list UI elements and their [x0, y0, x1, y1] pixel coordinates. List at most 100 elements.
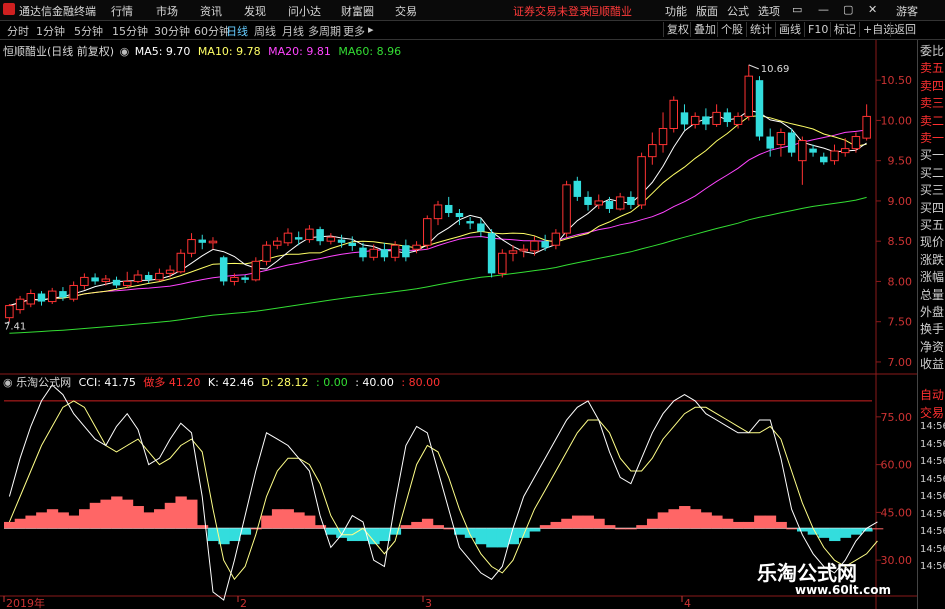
candle-down: [723, 112, 732, 123]
user-status[interactable]: 游客: [896, 3, 918, 19]
y-tick-label: 9.00: [888, 195, 913, 208]
adjust-button[interactable]: 复权: [663, 22, 692, 37]
tab-period-7[interactable]: 周线: [254, 23, 276, 39]
y-tick-label: 10.50: [881, 74, 913, 87]
tab-period-8[interactable]: 月线: [282, 23, 304, 39]
close-icon[interactable]: ✕: [868, 3, 877, 16]
chevron-right-icon[interactable]: ▸: [368, 23, 374, 36]
app-title: 通达信金融终端: [19, 5, 96, 18]
candle-down: [755, 80, 764, 137]
x-tick-label: 2019年: [6, 596, 45, 609]
area-bar-up: [657, 512, 669, 529]
candle-up: [862, 115, 871, 139]
candle-up: [658, 127, 668, 146]
maximize-icon[interactable]: ▢: [843, 3, 853, 16]
tick-time-label: 14:56: [920, 508, 945, 520]
area-bar-up: [250, 528, 262, 530]
trade-login-status[interactable]: 证券交易未登录: [513, 3, 590, 19]
area-bar-up: [743, 521, 755, 529]
k-label: K: 42.46: [207, 376, 254, 389]
area-bar-up: [689, 509, 702, 529]
area-bar-up: [196, 525, 209, 529]
candle-up: [562, 184, 571, 234]
tab-period-1[interactable]: 1分钟: [36, 23, 65, 39]
area-bar-up: [786, 528, 798, 530]
candle-down: [466, 221, 474, 224]
tab-period-3[interactable]: 15分钟: [112, 23, 148, 39]
area-bar-down: [464, 528, 477, 538]
sub-title: 乐淘公式网: [16, 376, 72, 389]
statistics-button[interactable]: 统计: [746, 22, 775, 37]
area-bar-up: [132, 506, 144, 529]
draw-button[interactable]: 画线: [775, 22, 804, 37]
ma10-label: MA10: 9.78: [197, 45, 261, 58]
menu-item-bourse[interactable]: 市场: [156, 3, 178, 19]
overlay-button[interactable]: 叠加: [690, 22, 719, 37]
forty-label: : 40.00: [355, 376, 394, 389]
tab-period-2[interactable]: 5分钟: [74, 23, 103, 39]
area-bar-up: [89, 502, 102, 529]
candle-up: [508, 250, 518, 254]
menu-item-news[interactable]: 资讯: [200, 3, 222, 19]
minimize-icon[interactable]: —: [818, 3, 829, 16]
menu-item-wealth[interactable]: 财富圈: [341, 3, 374, 19]
candle-up: [530, 240, 539, 252]
area-bar-up: [754, 515, 766, 529]
tab-period-0[interactable]: 分时: [7, 23, 29, 39]
restore-icon[interactable]: ▭: [792, 3, 802, 16]
area-bar-down: [325, 528, 337, 535]
area-bar-down: [796, 528, 809, 532]
settings-icon[interactable]: ◉: [120, 45, 130, 58]
signal-label: 做多: [143, 376, 166, 389]
menu-item-market[interactable]: 行情: [111, 3, 133, 19]
candle-down: [766, 136, 774, 149]
sub-legend: ◉ 乐淘公式网 CCI: 41.75 做多 41.20 K: 42.46 D: …: [3, 374, 440, 390]
area-bar-up: [539, 525, 552, 529]
y-tick-label: 8.00: [888, 275, 913, 288]
f10-button[interactable]: F10: [804, 22, 831, 37]
sub-y-tick-label: 60.00: [881, 459, 913, 472]
area-bar-up: [614, 528, 627, 530]
quote-label: 外盘: [920, 305, 945, 319]
menu-item-formula[interactable]: 公式: [727, 3, 749, 19]
area-bar-up: [400, 525, 412, 529]
tab-period-5[interactable]: 60分钟: [194, 23, 230, 39]
quote-label: 收益: [920, 357, 945, 372]
candle-down: [348, 242, 357, 247]
candle-down: [584, 196, 592, 205]
tab-period-10[interactable]: 更多: [343, 23, 365, 39]
menu-item-assistant[interactable]: 问小达: [288, 3, 321, 19]
y-tick-label: 7.50: [888, 316, 913, 329]
candle-up: [230, 276, 239, 282]
tick-time-label: 14:56: [920, 491, 945, 502]
area-bar-up: [679, 506, 691, 529]
candle-down: [112, 279, 121, 286]
quote-panel: 委比 卖五 卖四 卖三 卖二 卖一 买一 买二 买三 买四 买五 现价 涨跌 涨幅 总量 外盘 换手 净资 收益 自动…: [917, 40, 945, 609]
candle-up: [390, 244, 400, 258]
menu-item-layout[interactable]: 版面: [696, 3, 718, 19]
candle-down: [241, 277, 249, 280]
price-chart[interactable]: 10.69 7.41 10.50 10.00 9.50 9.00 8.50 8.00 7.50…: [0, 40, 917, 609]
area-bar-up: [571, 515, 584, 529]
area-bar-up: [732, 521, 745, 529]
area-bar-down: [818, 528, 830, 538]
candle-down: [702, 116, 710, 125]
menu-item-options[interactable]: 选项: [758, 3, 780, 19]
mark-button[interactable]: 标记: [830, 22, 859, 37]
area-bar-up: [646, 518, 659, 529]
tab-period-6[interactable]: 日线: [226, 23, 248, 39]
candle-up: [15, 298, 25, 311]
candle-up: [412, 244, 421, 250]
cci-label: CCI: 41.75: [78, 376, 136, 389]
menu-item-trade[interactable]: 交易: [395, 3, 417, 19]
stock-button[interactable]: 个股: [717, 22, 746, 37]
area-bar-down: [389, 528, 402, 535]
area-bar-up: [550, 521, 562, 529]
settings-icon[interactable]: ◉: [3, 376, 13, 389]
tab-period-9[interactable]: 多周期: [308, 23, 341, 39]
tab-period-4[interactable]: 30分钟: [154, 23, 190, 39]
back-button[interactable]: 返回: [890, 22, 919, 37]
menu-item-discover[interactable]: 发现: [244, 3, 266, 19]
high-annotation: 10.69: [761, 64, 790, 75]
menu-item-function[interactable]: 功能: [665, 3, 687, 19]
